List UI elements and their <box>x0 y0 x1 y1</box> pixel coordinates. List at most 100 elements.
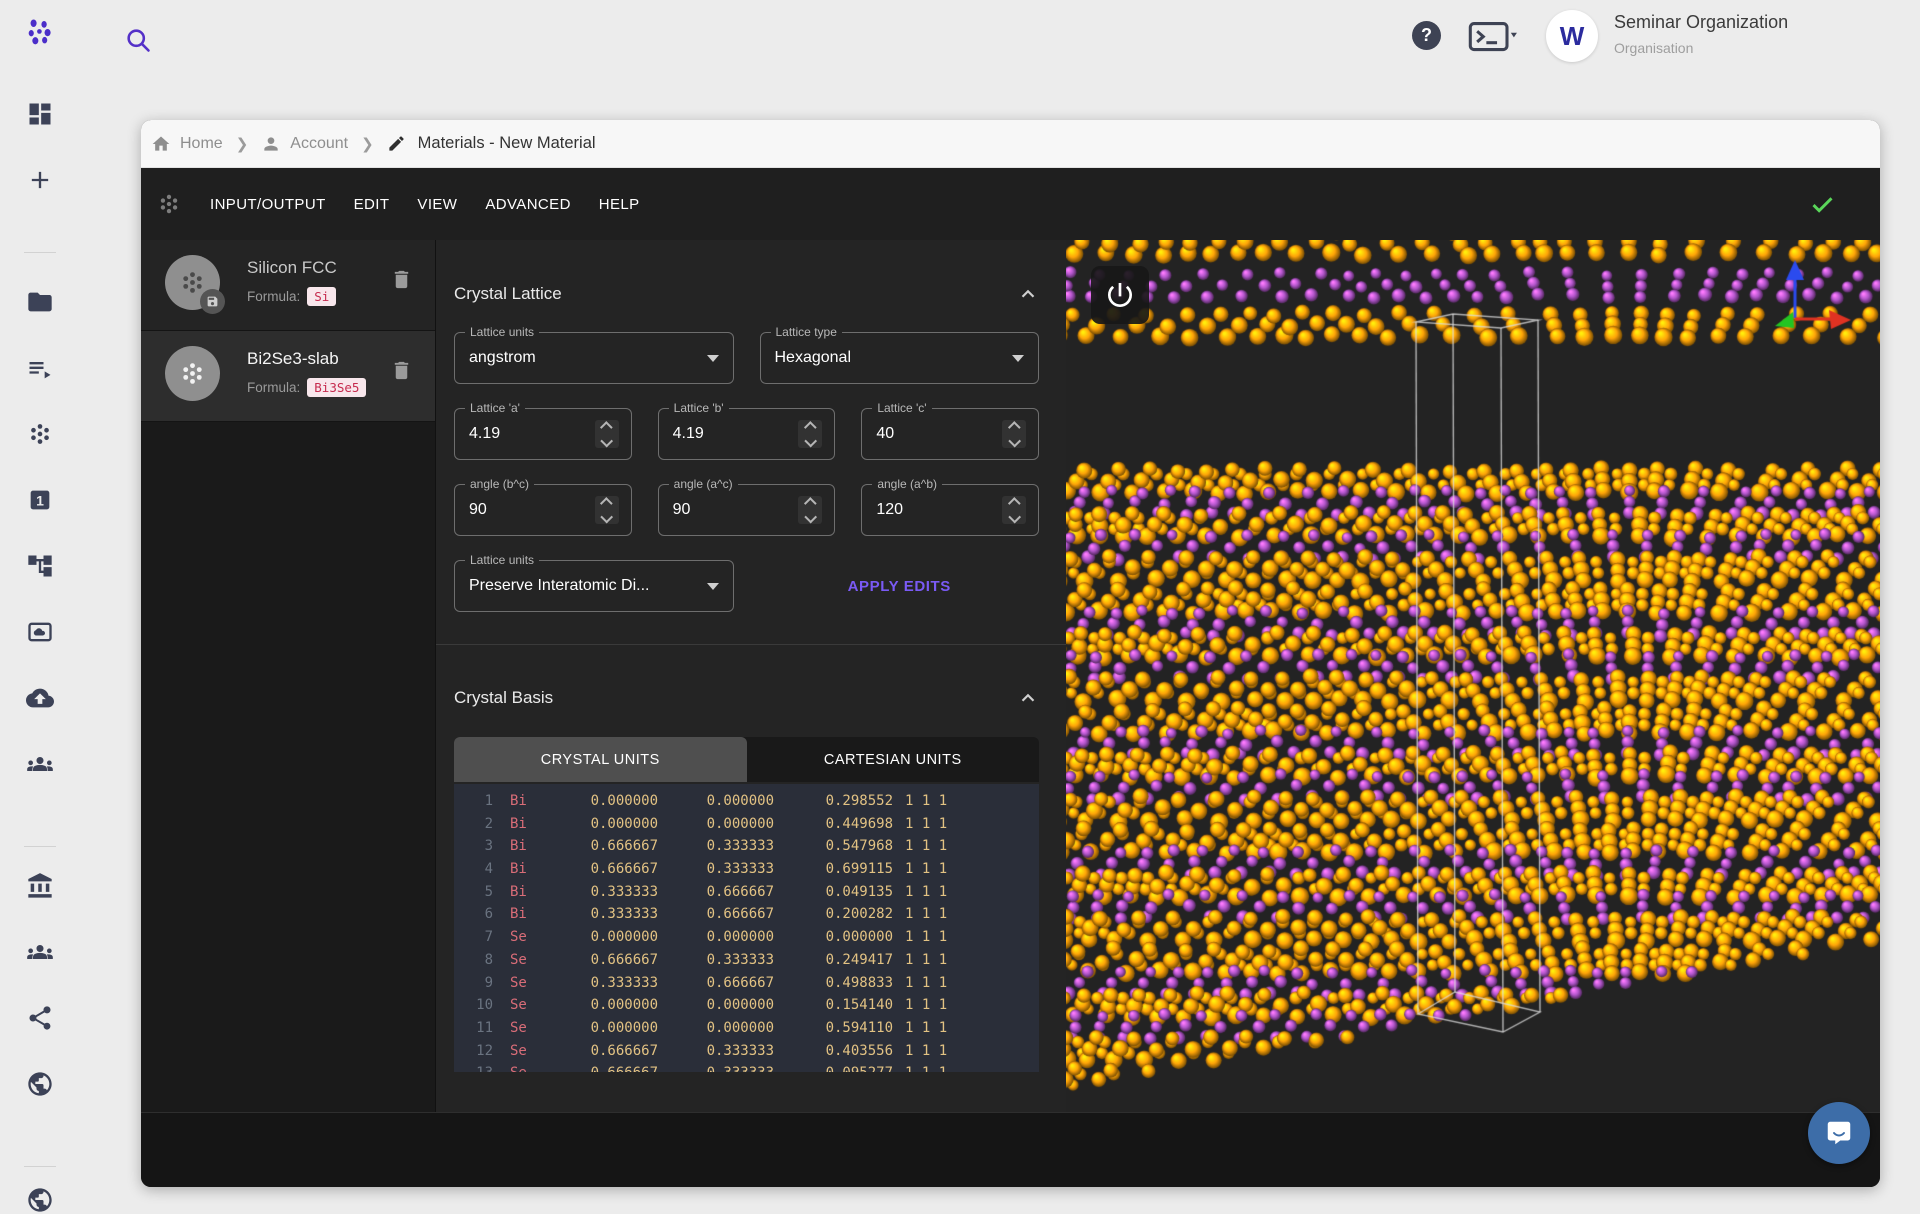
collapse-chevron-icon[interactable] <box>1017 283 1039 305</box>
basis-row[interactable]: 7Se0.0000000.0000000.0000001 1 1 <box>454 926 1039 949</box>
sidebar-item-dashboard-icon[interactable] <box>26 100 54 128</box>
sidebar-item-tree-icon[interactable] <box>26 552 54 580</box>
breadcrumb-account[interactable]: Account <box>261 134 348 154</box>
app-logo-icon[interactable] <box>26 18 54 46</box>
basis-row[interactable]: 1Bi0.0000000.0000000.2985521 1 1 <box>454 790 1039 813</box>
crystal-basis-title: Crystal Basis <box>454 688 553 708</box>
stepper-control[interactable] <box>595 420 619 448</box>
basis-row[interactable]: 11Se0.0000000.0000000.5941101 1 1 <box>454 1017 1039 1040</box>
sidebar-item-one-box-icon[interactable]: 1 <box>26 486 54 514</box>
sidebar-item-groups-icon[interactable] <box>26 938 54 966</box>
material-list-item[interactable]: Silicon FCCFormula:Si <box>141 240 435 331</box>
stepper-down-icon[interactable] <box>600 511 612 523</box>
tab-crystal-units[interactable]: CRYSTAL UNITS <box>454 737 747 782</box>
basis-row[interactable]: 2Bi0.0000000.0000000.4496981 1 1 <box>454 813 1039 836</box>
editor-menubar: INPUT/OUTPUT EDIT VIEW ADVANCED HELP <box>141 168 1880 240</box>
stepper-down-icon[interactable] <box>600 435 612 447</box>
rail-divider <box>24 1166 56 1167</box>
sidebar-item-globe-icon[interactable] <box>26 1186 54 1214</box>
stepper-control[interactable] <box>798 420 822 448</box>
basis-row[interactable]: 9Se0.3333330.6666670.4988331 1 1 <box>454 972 1039 995</box>
basis-row[interactable]: 4Bi0.6666670.3333330.6991151 1 1 <box>454 858 1039 881</box>
number-field[interactable]: Lattice 'b'4.19 <box>658 408 836 460</box>
section-divider <box>436 644 1066 645</box>
stepper-up-icon[interactable] <box>1008 421 1020 433</box>
basis-row[interactable]: 5Bi0.3333330.6666670.0491351 1 1 <box>454 881 1039 904</box>
number-field[interactable]: Lattice 'c'40 <box>861 408 1039 460</box>
svg-text:1: 1 <box>36 492 44 508</box>
viewer-canvas[interactable] <box>1066 240 1880 1113</box>
dropdown-caret-icon[interactable] <box>707 355 719 362</box>
menu-item-help[interactable]: HELP <box>597 190 642 219</box>
structure-viewer-3d <box>1066 240 1880 1113</box>
stepper-down-icon[interactable] <box>804 435 816 447</box>
rail-divider <box>24 252 56 253</box>
stepper-control[interactable] <box>595 496 619 524</box>
crystal-basis-section-header[interactable]: Crystal Basis <box>436 687 1066 709</box>
stepper-up-icon[interactable] <box>804 421 816 433</box>
help-icon[interactable]: ? <box>1412 21 1441 50</box>
stepper-control[interactable] <box>1002 496 1026 524</box>
person-icon <box>261 134 281 154</box>
stepper-up-icon[interactable] <box>804 497 816 509</box>
delete-material-icon[interactable] <box>390 359 413 382</box>
sidebar-item-add-icon[interactable] <box>26 166 54 194</box>
sidebar-item-folder-icon[interactable] <box>26 288 54 316</box>
select-field[interactable]: Lattice unitsangstrom <box>454 332 734 384</box>
stepper-down-icon[interactable] <box>804 511 816 523</box>
number-field[interactable]: Lattice 'a'4.19 <box>454 408 632 460</box>
pencil-icon <box>387 134 406 153</box>
number-field[interactable]: angle (a^b)120 <box>861 484 1039 536</box>
terminal-icon[interactable] <box>1468 22 1520 52</box>
stepper-up-icon[interactable] <box>600 421 612 433</box>
dropdown-caret-icon[interactable] <box>707 583 719 590</box>
org-name[interactable]: Seminar Organization <box>1614 12 1788 33</box>
stepper-control[interactable] <box>798 496 822 524</box>
number-field[interactable]: angle (a^c)90 <box>658 484 836 536</box>
dropdown-caret-icon[interactable] <box>1012 355 1024 362</box>
crystal-lattice-section-header[interactable]: Crystal Lattice <box>436 283 1066 305</box>
chat-support-button[interactable] <box>1808 1102 1870 1164</box>
basis-row[interactable]: 8Se0.6666670.3333330.2494171 1 1 <box>454 949 1039 972</box>
select-field[interactable]: Lattice unitsPreserve Interatomic Di... <box>454 560 734 612</box>
home-icon <box>151 134 171 154</box>
sidebar-item-atoms-icon[interactable] <box>26 420 54 448</box>
sidebar-item-share-icon[interactable] <box>26 1004 54 1032</box>
stepper-down-icon[interactable] <box>1008 511 1020 523</box>
stepper-down-icon[interactable] <box>1008 435 1020 447</box>
basis-coordinates-editor[interactable]: 1Bi0.0000000.0000000.2985521 1 12Bi0.000… <box>454 784 1039 1072</box>
basis-row[interactable]: 3Bi0.6666670.3333330.5479681 1 1 <box>454 835 1039 858</box>
tab-cartesian-units[interactable]: CARTESIAN UNITS <box>747 737 1040 782</box>
breadcrumb-home[interactable]: Home <box>151 134 223 154</box>
stepper-up-icon[interactable] <box>600 497 612 509</box>
stepper-up-icon[interactable] <box>1008 497 1020 509</box>
sidebar-item-groups-icon[interactable] <box>26 750 54 778</box>
basis-row[interactable]: 12Se0.6666670.3333330.4035561 1 1 <box>454 1040 1039 1063</box>
field-value: 4.19 <box>673 409 704 459</box>
select-field[interactable]: Lattice typeHexagonal <box>760 332 1040 384</box>
field-value: Hexagonal <box>775 333 852 383</box>
sidebar-item-cloud-upload-icon[interactable] <box>26 684 54 712</box>
basis-row[interactable]: 10Se0.0000000.0000000.1541401 1 1 <box>454 994 1039 1017</box>
number-field[interactable]: angle (b^c)90 <box>454 484 632 536</box>
basis-row[interactable]: 13Se0.6666670.3333330.0952771 1 1 <box>454 1062 1039 1072</box>
stepper-control[interactable] <box>1002 420 1026 448</box>
breadcrumb-separator: ❯ <box>361 135 374 153</box>
sidebar-item-image-icon[interactable] <box>26 618 54 646</box>
sidebar-item-playlist-icon[interactable] <box>26 355 54 383</box>
avatar[interactable]: W <box>1546 10 1598 62</box>
delete-material-icon[interactable] <box>390 268 413 291</box>
viewer-power-button[interactable] <box>1091 266 1149 324</box>
menu-item-edit[interactable]: EDIT <box>352 190 392 219</box>
sidebar-item-globe-icon[interactable] <box>26 1070 54 1098</box>
collapse-chevron-icon[interactable] <box>1017 687 1039 709</box>
basis-row[interactable]: 6Bi0.3333330.6666670.2002821 1 1 <box>454 903 1039 926</box>
search-icon[interactable] <box>124 26 152 54</box>
menu-item-view[interactable]: VIEW <box>415 190 459 219</box>
material-list-item[interactable]: Bi2Se3-slabFormula:Bi3Se5 <box>141 331 435 422</box>
apply-edits-button[interactable]: APPLY EDITS <box>836 570 963 603</box>
menu-item-input-output[interactable]: INPUT/OUTPUT <box>208 190 328 219</box>
menu-item-advanced[interactable]: ADVANCED <box>483 190 572 219</box>
source-editor-panel: Crystal Lattice Lattice unitsangstrom Lat… <box>436 240 1066 1113</box>
sidebar-item-bank-icon[interactable] <box>26 872 54 900</box>
